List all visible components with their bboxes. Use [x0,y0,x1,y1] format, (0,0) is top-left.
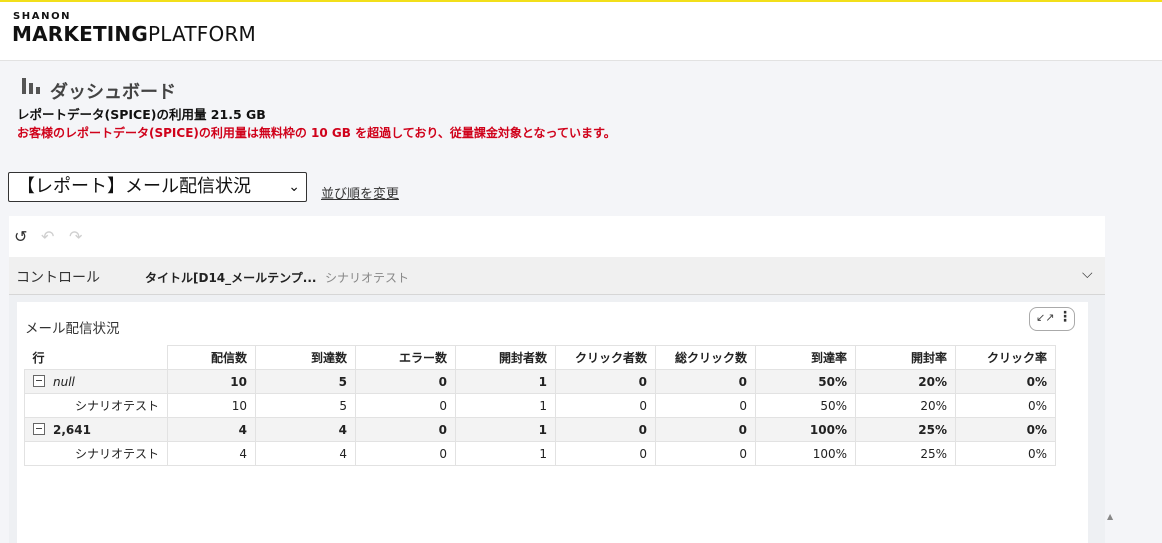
column-header[interactable]: 総クリック数 [655,345,756,370]
collapse-icon[interactable]: ↙↗ [1036,311,1054,324]
table-cell: 10 [167,369,256,394]
chevron-down-icon[interactable]: ⌵ [1082,266,1093,282]
column-header[interactable]: クリック者数 [555,345,656,370]
reset-icon[interactable]: ↺ [14,227,27,246]
table-cell: 0 [555,393,656,418]
table-cell: 1 [455,417,556,442]
row-label-cell[interactable]: null [24,369,168,394]
table-cell: 10 [167,393,256,418]
visual-title: メール配信状況 [25,321,120,337]
page-title: ダッシュボード [50,82,176,103]
table-cell: 4 [167,441,256,466]
row-label: 2,641 [53,423,91,437]
table-cell: 4 [255,441,356,466]
table-cell: 1 [455,393,556,418]
table-cell: 0 [355,417,456,442]
column-header[interactable]: 開封率 [855,345,956,370]
controls-label: コントロール [16,270,100,286]
collapse-toggle-icon[interactable] [33,375,45,387]
collapse-toggle-icon[interactable] [33,423,45,435]
column-header[interactable]: 開封者数 [455,345,556,370]
column-header[interactable]: エラー数 [355,345,456,370]
control-title-filter[interactable]: タイトル[D14_メールテンプ... [145,269,316,286]
row-label: シナリオテスト [24,393,168,418]
table-cell: 25% [855,441,956,466]
redo-icon[interactable]: ↷ [69,227,82,246]
table-cell: 25% [855,417,956,442]
table-cell: 0% [955,369,1056,394]
table-cell: 0 [655,441,756,466]
toolbar: ↺ ↶ ↷ [9,216,1105,256]
column-header[interactable]: 配信数 [167,345,256,370]
row-label-cell[interactable]: 2,641 [24,417,168,442]
control-scenario-filter[interactable]: シナリオテスト [325,269,409,286]
logo[interactable]: MARKETINGPLATFORM [12,22,256,46]
bar-chart-icon [22,76,42,94]
table-cell: 1 [455,441,556,466]
undo-icon[interactable]: ↶ [41,227,54,246]
table-cell: 0 [355,441,456,466]
more-options-icon[interactable]: ⋮ [1058,309,1072,325]
reorder-link[interactable]: 並び順を変更 [321,183,399,202]
usage-warning: お客様のレポートデータ(SPICE)の利用量は無料枠の 10 GB を超過してお… [17,126,616,140]
table-cell: 0 [555,417,656,442]
table-row: null 10 5 0 1 0 0 50% 20% 0% [24,369,1056,394]
table-cell: 100% [755,441,856,466]
table-cell: 0% [955,441,1056,466]
table-row: 2,641 4 4 0 1 0 0 100% 25% 0% [24,417,1056,442]
table-cell: 0 [555,369,656,394]
chevron-down-icon: ⌄ [288,179,300,195]
column-header[interactable]: 到達数 [255,345,356,370]
logo-light-text: PLATFORM [147,22,256,46]
table-cell: 0 [555,441,656,466]
table-cell: 50% [755,393,856,418]
logo-top-text: SHANON [13,11,72,22]
table-cell: 5 [255,393,356,418]
table-row: シナリオテスト 4 4 0 1 0 0 100% 25% 0% [24,441,1056,466]
row-label: null [53,375,75,389]
table-row: シナリオテスト 10 5 0 1 0 0 50% 20% 0% [24,393,1056,418]
table-cell: 50% [755,369,856,394]
table-header-row: 行 配信数 到達数 エラー数 開封者数 クリック者数 総クリック数 到達率 開封… [24,345,1056,370]
pivot-table: 行 配信数 到達数 エラー数 開封者数 クリック者数 総クリック数 到達率 開封… [24,345,1056,466]
table-cell: 20% [855,393,956,418]
controls-bar[interactable]: コントロール タイトル[D14_メールテンプ... シナリオテスト ⌵ [9,257,1105,295]
table-cell: 0 [655,417,756,442]
column-header[interactable]: 到達率 [755,345,856,370]
table-cell: 0 [655,369,756,394]
logo-bold-text: MARKETING [12,22,148,46]
row-label: シナリオテスト [24,441,168,466]
table-cell: 0% [955,393,1056,418]
scroll-up-arrow[interactable]: ▲ [1107,512,1113,521]
table-cell: 4 [255,417,356,442]
table-cell: 5 [255,369,356,394]
app-header: SHANON MARKETINGPLATFORM [0,2,1162,61]
table-cell: 100% [755,417,856,442]
row-header: 行 [24,345,168,370]
visual-menu[interactable]: ↙↗ ⋮ [1029,307,1075,331]
table-cell: 0% [955,417,1056,442]
usage-text: レポートデータ(SPICE)の利用量 21.5 GB [17,107,266,122]
table-cell: 0 [355,393,456,418]
report-select-value: 【レポート】メール配信状況 [17,176,251,197]
report-select[interactable]: 【レポート】メール配信状況 ⌄ [8,172,307,202]
table-cell: 0 [655,393,756,418]
table-cell: 4 [167,417,256,442]
table-cell: 20% [855,369,956,394]
table-cell: 1 [455,369,556,394]
column-header[interactable]: クリック率 [955,345,1056,370]
table-cell: 0 [355,369,456,394]
